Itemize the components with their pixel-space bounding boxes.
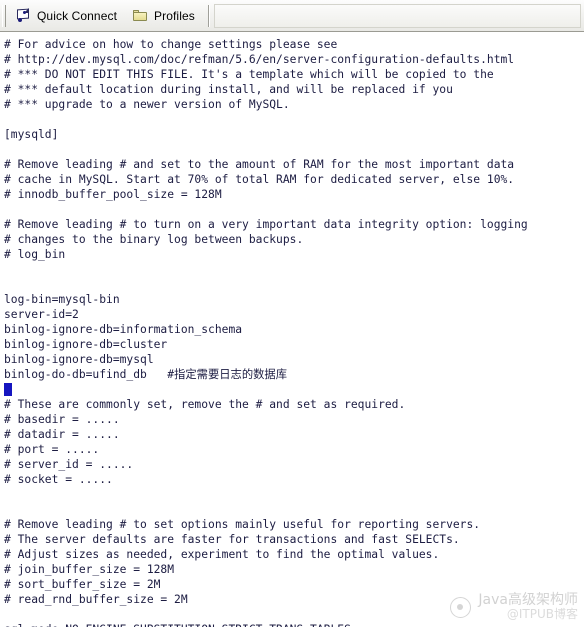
folder-icon: [132, 8, 148, 24]
terminal-line: # *** upgrade to a newer version of MySQ…: [4, 98, 290, 111]
quick-connect-icon: [15, 7, 31, 24]
terminal-line: # cache in MySQL. Start at 70% of total …: [4, 173, 515, 186]
quick-connect-button[interactable]: Quick Connect: [10, 3, 125, 29]
terminal-line: # *** DO NOT EDIT THIS FILE. It's a temp…: [4, 68, 494, 81]
terminal-line: # Adjust sizes as needed, experiment to …: [4, 548, 440, 561]
toolbar-grip[interactable]: [2, 4, 6, 27]
terminal-line: # join_buffer_size = 128M: [4, 563, 175, 576]
toolbar-separator: [207, 4, 210, 27]
terminal-text: # For advice on how to change settings p…: [4, 37, 528, 627]
terminal-line: log-bin=mysql-bin: [4, 293, 120, 306]
terminal-line: server-id=2: [4, 308, 79, 321]
text-caret: [4, 383, 12, 396]
terminal-line: # The server defaults are faster for tra…: [4, 533, 460, 546]
terminal-line: # socket = .....: [4, 473, 113, 486]
terminal-line: # Remove leading # to set options mainly…: [4, 518, 481, 531]
terminal-line: # sort_buffer_size = 2M: [4, 578, 161, 591]
profiles-label: Profiles: [154, 8, 195, 23]
terminal-line: binlog-ignore-db=information_schema: [4, 323, 243, 336]
terminal-line: # server_id = .....: [4, 458, 134, 471]
terminal-line: # These are commonly set, remove the # a…: [4, 398, 406, 411]
terminal-line: # Remove leading # to turn on a very imp…: [4, 218, 528, 231]
terminal-line: binlog-do-db=ufind_db #指定需要日志的数据库: [4, 368, 288, 381]
terminal-pane[interactable]: # For advice on how to change settings p…: [0, 33, 584, 627]
terminal-line: binlog-ignore-db=cluster: [4, 338, 168, 351]
terminal-line: # changes to the binary log between back…: [4, 233, 304, 246]
toolbar: Quick Connect Profiles: [0, 0, 584, 32]
terminal-line: # Remove leading # and set to the amount…: [4, 158, 515, 171]
terminal-line: # datadir = .....: [4, 428, 120, 441]
terminal-line: # For advice on how to change settings p…: [4, 38, 338, 51]
terminal-line: # port = .....: [4, 443, 100, 456]
quick-connect-label: Quick Connect: [37, 8, 118, 23]
terminal-line: # *** default location during install, a…: [4, 83, 453, 96]
terminal-line: # read_rnd_buffer_size = 2M: [4, 593, 188, 606]
terminal-line: # innodb_buffer_pool_size = 128M: [4, 188, 222, 201]
terminal-line: # log_bin: [4, 248, 66, 261]
terminal-line: # http://dev.mysql.com/doc/refman/5.6/en…: [4, 53, 515, 66]
profiles-button[interactable]: Profiles: [127, 3, 203, 29]
toolbar-empty-area: [213, 3, 581, 28]
terminal-line: [mysqld]: [4, 128, 59, 141]
terminal-line: # basedir = .....: [4, 413, 120, 426]
terminal-line: binlog-ignore-db=mysql: [4, 353, 154, 366]
terminal-line: sql_mode=NO_ENGINE_SUBSTITUTION,STRICT_T…: [4, 622, 528, 627]
